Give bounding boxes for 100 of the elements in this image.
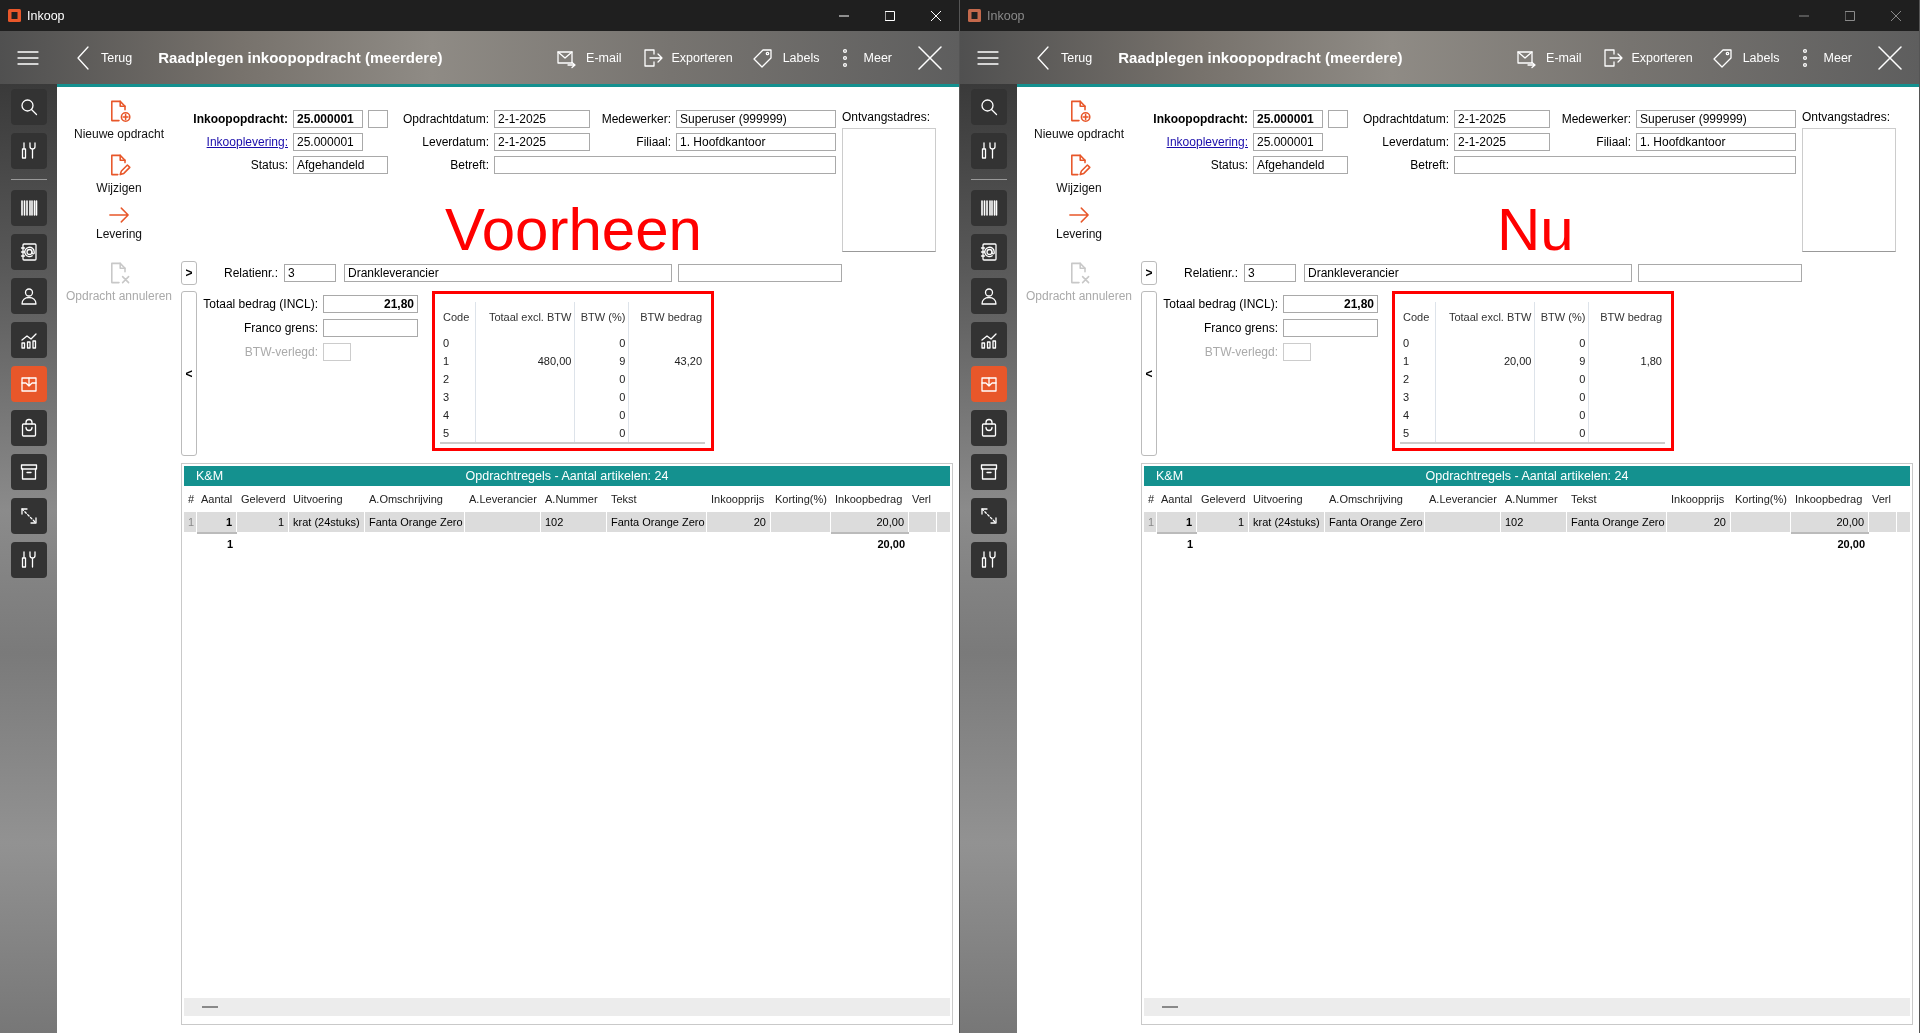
resize-button[interactable]	[970, 498, 1007, 534]
action-button[interactable]: Nieuwe opdracht	[1033, 99, 1125, 153]
close-icon	[1878, 45, 1902, 70]
back-button[interactable]: Terug	[77, 45, 133, 70]
search-button[interactable]	[10, 89, 47, 125]
input-field[interactable]: 1. Hoofdkantoor	[676, 133, 836, 151]
input-field[interactable]: Drankleverancier	[344, 264, 672, 282]
link[interactable]: Inkooplevering:	[206, 135, 288, 149]
arrow-right-icon	[1068, 207, 1090, 223]
action-button[interactable]: Wijzigen	[96, 153, 142, 207]
total-cell: 20,00	[877, 538, 905, 550]
expand-button[interactable]: >	[1141, 261, 1157, 285]
input-field[interactable]: Drankleverancier	[1304, 264, 1632, 282]
chart-button[interactable]	[970, 322, 1007, 358]
input-field[interactable]	[678, 264, 842, 282]
input-field[interactable]: Afgehandeld	[293, 156, 388, 174]
field-label: Betreft:	[1409, 158, 1449, 172]
table-row[interactable]: 1 1 1 krat (24stuks) Fanta Orange Zero 102 Fanta Orange Zero 20 20,00	[1144, 512, 1910, 532]
input-field[interactable]: 2-1-2025	[1454, 110, 1550, 128]
bag-button[interactable]	[10, 410, 47, 446]
tools-button[interactable]	[10, 133, 47, 169]
input-field[interactable]: 2-1-2025	[1454, 133, 1550, 151]
action-button[interactable]: Wijzigen	[1056, 153, 1102, 207]
expand-button[interactable]: >	[181, 261, 197, 285]
action-button[interactable]: Nieuwe opdracht	[73, 99, 165, 153]
input-field[interactable]: 2-1-2025	[494, 133, 590, 151]
export-button[interactable]: Exporteren	[1601, 46, 1693, 69]
input-field[interactable]	[1283, 319, 1378, 337]
column-header: Totaal excl. BTW	[1435, 302, 1535, 334]
input-field[interactable]	[1328, 110, 1348, 128]
table-row[interactable]: 1 1 1 krat (24stuks) Fanta Orange Zero 102 Fanta Orange Zero 20 20,00	[184, 512, 950, 532]
table-cell: krat (24stuks)	[1253, 516, 1320, 528]
column-header: Verl	[1871, 492, 1892, 507]
link[interactable]: Inkooplevering:	[1166, 135, 1248, 149]
collapse-button[interactable]: <	[181, 291, 197, 456]
person-button[interactable]	[970, 278, 1007, 314]
email-button[interactable]: E-mail	[1516, 46, 1582, 69]
back-button[interactable]: Terug	[1037, 45, 1093, 70]
inbox-button[interactable]	[970, 366, 1007, 402]
input-field[interactable]: 1. Hoofdkantoor	[1636, 133, 1796, 151]
input-field[interactable]: 3	[284, 264, 336, 282]
tag-button[interactable]: Labels	[752, 46, 820, 69]
field-label: Ontvangstadres:	[1802, 110, 1892, 124]
input-field[interactable]: Afgehandeld	[1253, 156, 1348, 174]
tools-button[interactable]	[970, 542, 1007, 578]
chart-button[interactable]	[10, 322, 47, 358]
action-button[interactable]: Levering	[96, 207, 142, 261]
window-title: Inkoop	[987, 8, 1025, 23]
input-field[interactable]: Superuser (999999)	[676, 110, 836, 128]
tools-button[interactable]	[970, 133, 1007, 169]
input-field[interactable]	[494, 156, 836, 174]
more-button[interactable]: Meer	[1799, 46, 1852, 69]
input-field[interactable]	[1638, 264, 1802, 282]
input-field[interactable]: 25.000001	[1253, 133, 1323, 151]
address-book-button[interactable]	[10, 234, 47, 270]
column-header: Korting(%)	[774, 492, 828, 507]
input-field[interactable]: 25.000001	[1253, 110, 1323, 128]
inbox-button[interactable]	[10, 366, 47, 402]
input-field[interactable]	[368, 110, 388, 128]
collapse-button[interactable]: <	[1141, 291, 1157, 456]
field-label: Filiaal:	[635, 135, 671, 149]
table-cell: 5	[1403, 427, 1410, 439]
input-field[interactable]	[1454, 156, 1796, 174]
archive-button[interactable]	[970, 454, 1007, 490]
tag-button[interactable]: Labels	[1712, 46, 1780, 69]
input-field[interactable]: 21,80	[1283, 295, 1378, 313]
bag-button[interactable]	[970, 410, 1007, 446]
resize-button[interactable]	[10, 498, 47, 534]
close-page-button[interactable]	[1878, 45, 1902, 70]
input-field[interactable]: 25.000001	[293, 133, 363, 151]
input-field[interactable]: 21,80	[323, 295, 418, 313]
grid-title: Opdrachtregels - Aantal artikelen: 24	[465, 469, 669, 483]
table-cell: 0	[1579, 373, 1586, 385]
close-page-button[interactable]	[918, 45, 942, 70]
input-field[interactable]: 3	[1244, 264, 1296, 282]
tag-icon	[1712, 46, 1735, 69]
barcode-button[interactable]	[970, 190, 1007, 226]
column-header: Totaal excl. BTW	[475, 302, 575, 334]
column-header: A.Leverancier	[1428, 492, 1498, 507]
table-cell: 0	[1403, 337, 1410, 349]
tools-button[interactable]	[10, 542, 47, 578]
export-button[interactable]: Exporteren	[641, 46, 733, 69]
input-field[interactable]: 2-1-2025	[494, 110, 590, 128]
menu-button[interactable]	[977, 49, 999, 66]
more-button[interactable]: Meer	[839, 46, 892, 69]
input-field[interactable]	[323, 319, 418, 337]
address-field[interactable]	[842, 128, 936, 252]
menu-button[interactable]	[17, 49, 39, 66]
address-field[interactable]	[1802, 128, 1896, 252]
person-button[interactable]	[10, 278, 47, 314]
input-field[interactable]: Superuser (999999)	[1636, 110, 1796, 128]
email-button[interactable]: E-mail	[556, 46, 622, 69]
action-button[interactable]: Levering	[1056, 207, 1102, 261]
search-button[interactable]	[970, 89, 1007, 125]
field-label: Status:	[1209, 158, 1248, 172]
archive-button[interactable]	[10, 454, 47, 490]
address-book-button[interactable]	[970, 234, 1007, 270]
input-field[interactable]: 25.000001	[293, 110, 363, 128]
app-logo-icon	[968, 9, 981, 22]
barcode-button[interactable]	[10, 190, 47, 226]
